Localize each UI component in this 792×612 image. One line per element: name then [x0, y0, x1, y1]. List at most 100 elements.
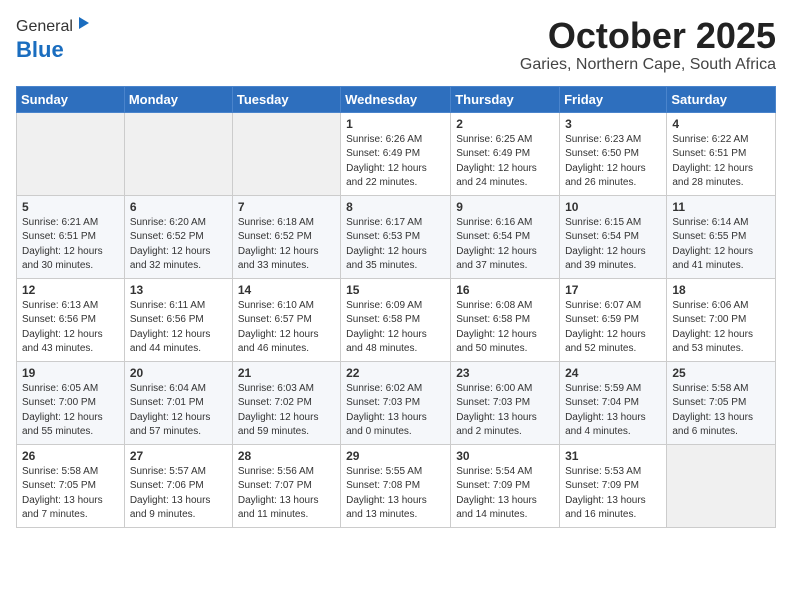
- cell-content: Sunrise: 6:17 AMSunset: 6:53 PMDaylight:…: [346, 216, 445, 274]
- day-number: 4: [672, 117, 770, 131]
- day-number: 26: [22, 449, 119, 463]
- day-number: 7: [238, 200, 335, 214]
- cell-content: Sunrise: 6:18 AMSunset: 6:52 PMDaylight:…: [238, 216, 335, 274]
- cell-content: Sunrise: 6:10 AMSunset: 6:57 PMDaylight:…: [238, 299, 335, 357]
- calendar-body: 1 Sunrise: 6:26 AMSunset: 6:49 PMDaylight…: [17, 112, 776, 527]
- cell-content: Sunrise: 6:14 AMSunset: 6:55 PMDaylight:…: [672, 216, 770, 274]
- day-number: 22: [346, 366, 445, 380]
- cell-content: Sunrise: 6:02 AMSunset: 7:03 PMDaylight:…: [346, 382, 445, 440]
- calendar-cell: 23 Sunrise: 6:00 AMSunset: 7:03 PMDayligh…: [451, 361, 560, 444]
- title-block: October 2025 Garies, Northern Cape, Sout…: [520, 16, 776, 74]
- calendar-cell: 4 Sunrise: 6:22 AMSunset: 6:51 PMDaylight…: [667, 112, 776, 195]
- day-number: 8: [346, 200, 445, 214]
- cell-content: Sunrise: 6:03 AMSunset: 7:02 PMDaylight:…: [238, 382, 335, 440]
- day-number: 28: [238, 449, 335, 463]
- calendar-cell: 25 Sunrise: 5:58 AMSunset: 7:05 PMDayligh…: [667, 361, 776, 444]
- calendar-cell: 28 Sunrise: 5:56 AMSunset: 7:07 PMDayligh…: [232, 444, 340, 527]
- weekday-thursday: Thursday: [451, 86, 560, 112]
- calendar-cell: 6 Sunrise: 6:20 AMSunset: 6:52 PMDaylight…: [124, 195, 232, 278]
- cell-content: Sunrise: 6:04 AMSunset: 7:01 PMDaylight:…: [130, 382, 227, 440]
- location-text: Garies, Northern Cape, South Africa: [520, 56, 776, 74]
- cell-content: Sunrise: 6:22 AMSunset: 6:51 PMDaylight:…: [672, 133, 770, 191]
- day-number: 13: [130, 283, 227, 297]
- cell-content: Sunrise: 6:21 AMSunset: 6:51 PMDaylight:…: [22, 216, 119, 274]
- cell-content: Sunrise: 6:15 AMSunset: 6:54 PMDaylight:…: [565, 216, 661, 274]
- calendar-cell: 8 Sunrise: 6:17 AMSunset: 6:53 PMDaylight…: [341, 195, 451, 278]
- calendar-cell: 17 Sunrise: 6:07 AMSunset: 6:59 PMDayligh…: [560, 278, 667, 361]
- calendar-cell: [232, 112, 340, 195]
- cell-content: Sunrise: 5:59 AMSunset: 7:04 PMDaylight:…: [565, 382, 661, 440]
- calendar-cell: 18 Sunrise: 6:06 AMSunset: 7:00 PMDayligh…: [667, 278, 776, 361]
- calendar-cell: 9 Sunrise: 6:16 AMSunset: 6:54 PMDaylight…: [451, 195, 560, 278]
- day-number: 25: [672, 366, 770, 380]
- calendar-cell: 5 Sunrise: 6:21 AMSunset: 6:51 PMDaylight…: [17, 195, 125, 278]
- day-number: 15: [346, 283, 445, 297]
- weekday-wednesday: Wednesday: [341, 86, 451, 112]
- weekday-monday: Monday: [124, 86, 232, 112]
- weekday-tuesday: Tuesday: [232, 86, 340, 112]
- day-number: 30: [456, 449, 554, 463]
- day-number: 6: [130, 200, 227, 214]
- calendar-cell: 13 Sunrise: 6:11 AMSunset: 6:56 PMDayligh…: [124, 278, 232, 361]
- day-number: 3: [565, 117, 661, 131]
- cell-content: Sunrise: 5:56 AMSunset: 7:07 PMDaylight:…: [238, 465, 335, 523]
- cell-content: Sunrise: 6:08 AMSunset: 6:58 PMDaylight:…: [456, 299, 554, 357]
- page-header: General Blue October 2025 Garies, Northe…: [16, 16, 776, 74]
- calendar-week-2: 5 Sunrise: 6:21 AMSunset: 6:51 PMDaylight…: [17, 195, 776, 278]
- day-number: 29: [346, 449, 445, 463]
- cell-content: Sunrise: 6:00 AMSunset: 7:03 PMDaylight:…: [456, 382, 554, 440]
- calendar-cell: 10 Sunrise: 6:15 AMSunset: 6:54 PMDayligh…: [560, 195, 667, 278]
- calendar-cell: [17, 112, 125, 195]
- calendar-cell: 19Sunrise: 6:05 AMSunset: 7:00 PMDayligh…: [17, 361, 125, 444]
- cell-content: Sunrise: 6:05 AMSunset: 7:00 PMDaylight:…: [22, 382, 119, 440]
- calendar-cell: 11Sunrise: 6:14 AMSunset: 6:55 PMDayligh…: [667, 195, 776, 278]
- weekday-sunday: Sunday: [17, 86, 125, 112]
- day-number: 10: [565, 200, 661, 214]
- calendar-cell: 27 Sunrise: 5:57 AMSunset: 7:06 PMDayligh…: [124, 444, 232, 527]
- calendar-cell: 31Sunrise: 5:53 AMSunset: 7:09 PMDayligh…: [560, 444, 667, 527]
- calendar-cell: 26Sunrise: 5:58 AMSunset: 7:05 PMDayligh…: [17, 444, 125, 527]
- day-number: 27: [130, 449, 227, 463]
- calendar-header: SundayMondayTuesdayWednesdayThursdayFrid…: [17, 86, 776, 112]
- calendar-cell: 14 Sunrise: 6:10 AMSunset: 6:57 PMDayligh…: [232, 278, 340, 361]
- cell-content: Sunrise: 6:07 AMSunset: 6:59 PMDaylight:…: [565, 299, 661, 357]
- calendar-week-5: 26Sunrise: 5:58 AMSunset: 7:05 PMDayligh…: [17, 444, 776, 527]
- cell-content: Sunrise: 6:23 AMSunset: 6:50 PMDaylight:…: [565, 133, 661, 191]
- calendar-cell: 22 Sunrise: 6:02 AMSunset: 7:03 PMDayligh…: [341, 361, 451, 444]
- cell-content: Sunrise: 6:16 AMSunset: 6:54 PMDaylight:…: [456, 216, 554, 274]
- logo-general: General: [16, 18, 73, 36]
- calendar-cell: [124, 112, 232, 195]
- cell-content: Sunrise: 6:11 AMSunset: 6:56 PMDaylight:…: [130, 299, 227, 357]
- day-number: 18: [672, 283, 770, 297]
- cell-content: Sunrise: 5:58 AMSunset: 7:05 PMDaylight:…: [672, 382, 770, 440]
- calendar-cell: 29 Sunrise: 5:55 AMSunset: 7:08 PMDayligh…: [341, 444, 451, 527]
- month-title: October 2025: [520, 16, 776, 56]
- calendar-cell: 30Sunrise: 5:54 AMSunset: 7:09 PMDayligh…: [451, 444, 560, 527]
- day-number: 23: [456, 366, 554, 380]
- day-number: 14: [238, 283, 335, 297]
- calendar-cell: 20Sunrise: 6:04 AMSunset: 7:01 PMDayligh…: [124, 361, 232, 444]
- calendar-cell: 24 Sunrise: 5:59 AMSunset: 7:04 PMDayligh…: [560, 361, 667, 444]
- day-number: 1: [346, 117, 445, 131]
- calendar-week-3: 12Sunrise: 6:13 AMSunset: 6:56 PMDayligh…: [17, 278, 776, 361]
- cell-content: Sunrise: 6:06 AMSunset: 7:00 PMDaylight:…: [672, 299, 770, 357]
- calendar-cell: 1 Sunrise: 6:26 AMSunset: 6:49 PMDaylight…: [341, 112, 451, 195]
- weekday-header-row: SundayMondayTuesdayWednesdayThursdayFrid…: [17, 86, 776, 112]
- day-number: 9: [456, 200, 554, 214]
- logo-arrow-icon: [75, 15, 91, 31]
- cell-content: Sunrise: 5:55 AMSunset: 7:08 PMDaylight:…: [346, 465, 445, 523]
- cell-content: Sunrise: 5:57 AMSunset: 7:06 PMDaylight:…: [130, 465, 227, 523]
- calendar-cell: [667, 444, 776, 527]
- calendar-cell: 16 Sunrise: 6:08 AMSunset: 6:58 PMDayligh…: [451, 278, 560, 361]
- day-number: 2: [456, 117, 554, 131]
- day-number: 16: [456, 283, 554, 297]
- weekday-saturday: Saturday: [667, 86, 776, 112]
- day-number: 12: [22, 283, 119, 297]
- calendar-table: SundayMondayTuesdayWednesdayThursdayFrid…: [16, 86, 776, 528]
- cell-content: Sunrise: 6:20 AMSunset: 6:52 PMDaylight:…: [130, 216, 227, 274]
- day-number: 24: [565, 366, 661, 380]
- day-number: 17: [565, 283, 661, 297]
- logo-blue: Blue: [16, 37, 64, 63]
- cell-content: Sunrise: 6:26 AMSunset: 6:49 PMDaylight:…: [346, 133, 445, 191]
- day-number: 5: [22, 200, 119, 214]
